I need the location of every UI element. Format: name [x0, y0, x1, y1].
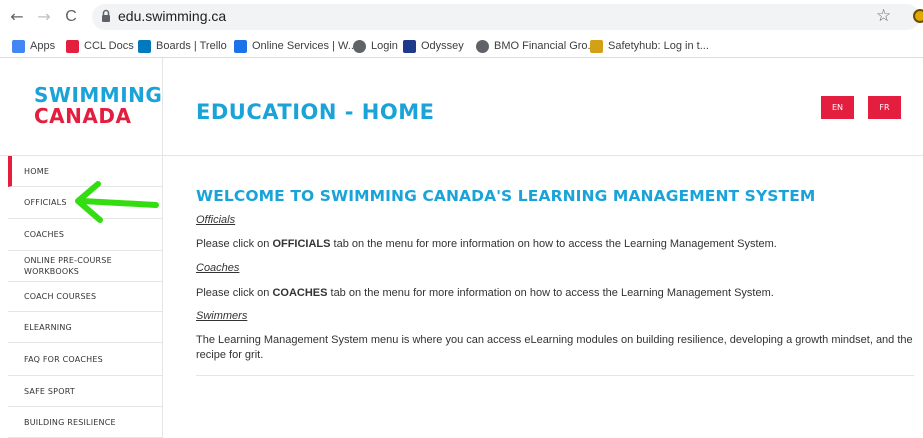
coaches-text-bold: COACHES	[272, 287, 328, 299]
bookmark-label: CCL Docs	[84, 40, 134, 52]
coaches-subheading: Coaches	[196, 262, 240, 274]
officials-text-bold: OFFICIALS	[272, 238, 331, 250]
bookmarks-bar: Apps CCL Docs Boards | Trello Online Servic…	[0, 34, 923, 58]
sidebar-item-label-line: COACHES	[24, 230, 65, 239]
officials-text-post: tab on the menu for more information on …	[330, 238, 777, 250]
apps-grid-icon	[12, 39, 25, 53]
sidebar-item-label: COACHES	[24, 229, 64, 240]
sidebar-item-online-pre-course[interactable]: ONLINE PRE-COURSE WORKBOOKS	[8, 251, 162, 282]
sidebar-item-label-line: WORKBOOKS	[24, 267, 80, 276]
bookmark-item[interactable]: Apps	[12, 38, 55, 54]
bookmark-item[interactable]: BMO Financial Gro...	[476, 38, 597, 54]
logo-line-2: CANADA	[34, 104, 132, 128]
url-text[interactable]: edu.swimming.ca	[118, 8, 226, 24]
swimmers-text-line-2: recipe for grit.	[196, 349, 264, 361]
binoculars-icon	[234, 39, 247, 53]
coaches-text-post: tab on the menu for more information on …	[327, 287, 774, 299]
sidebar-item-building-resilience[interactable]: BUILDING RESILIENCE	[8, 407, 162, 438]
bookmark-label: Safetyhub: Log in t...	[608, 40, 709, 52]
bookmark-item[interactable]: CCL Docs	[66, 38, 134, 54]
bookmark-label: Boards | Trello	[156, 40, 227, 52]
extension-icon[interactable]	[913, 9, 923, 23]
trello-icon	[138, 39, 151, 53]
sidebar-item-coach-courses[interactable]: COACH COURSES	[8, 282, 162, 312]
sidebar-divider	[162, 58, 163, 438]
swimmers-paragraph: The Learning Management System menu is w…	[196, 333, 918, 363]
sidebar-item-label: HOME	[24, 166, 49, 177]
sidebar-item-label: FAQ FOR COACHES	[24, 354, 103, 365]
swimmers-text-line-1: The Learning Management System menu is w…	[196, 334, 913, 346]
lock-icon[interactable]	[96, 6, 116, 26]
reload-icon[interactable]: C	[60, 6, 82, 28]
bookmark-item[interactable]: Odyssey	[403, 38, 464, 54]
language-en-button[interactable]: EN	[821, 96, 854, 119]
sidebar-item-label: SAFE SPORT	[24, 386, 75, 397]
bookmark-label: BMO Financial Gro...	[494, 40, 597, 52]
sidebar-item-label-line: ELEARNING	[24, 322, 72, 332]
bookmark-label: Apps	[30, 40, 56, 52]
shield-icon	[66, 39, 79, 53]
globe-icon	[353, 39, 366, 53]
officials-subheading: Officials	[196, 214, 236, 226]
officials-text-pre: Please click on	[196, 238, 273, 250]
folder-icon	[590, 39, 603, 53]
sidebar-item-label-line: ONLINE PRE-COURSE	[24, 256, 112, 265]
bookmark-item[interactable]: Safetyhub: Log in t...	[590, 38, 709, 54]
globe-icon	[476, 39, 489, 53]
bookmark-item[interactable]: Boards | Trello	[138, 38, 227, 54]
officials-paragraph: Please click on OFFICIALS tab on the men…	[196, 237, 777, 252]
back-arrow-icon[interactable]: ←	[6, 6, 28, 28]
sidebar-item-safe-sport[interactable]: SAFE SPORT	[8, 376, 162, 407]
sidebar-item-label-line: BUILDING RESILIENCE	[24, 417, 116, 427]
sidebar-item-label-line: FAQ FOR COACHES	[24, 354, 103, 364]
browser-toolbar: ← → C edu.swimming.ca ☆	[0, 0, 923, 34]
sidebar-item-label: COACH COURSES	[24, 291, 96, 302]
sidebar-item-faq-for-coaches[interactable]: FAQ FOR COACHES	[8, 343, 162, 376]
welcome-heading: WELCOME TO SWIMMING CANADA'S LEARNING MA…	[196, 187, 816, 205]
site-logo[interactable]: SWIMMING CANADA	[34, 85, 162, 127]
sidebar-item-elearning[interactable]: ELEARNING	[8, 312, 162, 343]
bookmark-label: Odyssey	[421, 40, 464, 52]
bookmark-label: Online Services | W...	[252, 40, 357, 52]
bookmark-label: Login	[371, 40, 398, 52]
odyssey-icon	[403, 39, 416, 53]
content-divider	[196, 375, 914, 376]
coaches-paragraph: Please click on COACHES tab on the menu …	[196, 286, 774, 301]
forward-arrow-icon[interactable]: →	[33, 6, 55, 28]
page-title: EDUCATION - HOME	[196, 100, 435, 124]
bookmark-item[interactable]: Online Services | W...	[234, 38, 357, 54]
sidebar-item-label: ONLINE PRE-COURSE WORKBOOKS	[24, 255, 112, 277]
sidebar-item-label-line: SAFE SPORT	[24, 386, 75, 396]
green-arrow-annotation	[75, 181, 159, 223]
sidebar-item-label: BUILDING RESILIENCE	[24, 417, 116, 428]
coaches-text-pre: Please click on	[196, 287, 273, 299]
bookmark-star-icon[interactable]: ☆	[876, 6, 891, 26]
sidebar-item-label-line: COACH COURSES	[24, 292, 97, 301]
language-fr-button[interactable]: FR	[868, 96, 901, 119]
sidebar-item-label-line: HOME	[24, 166, 50, 176]
sidebar-item-label: ELEARNING	[24, 322, 72, 333]
bookmark-item[interactable]: Login	[353, 38, 398, 54]
swimmers-subheading: Swimmers	[196, 310, 248, 322]
